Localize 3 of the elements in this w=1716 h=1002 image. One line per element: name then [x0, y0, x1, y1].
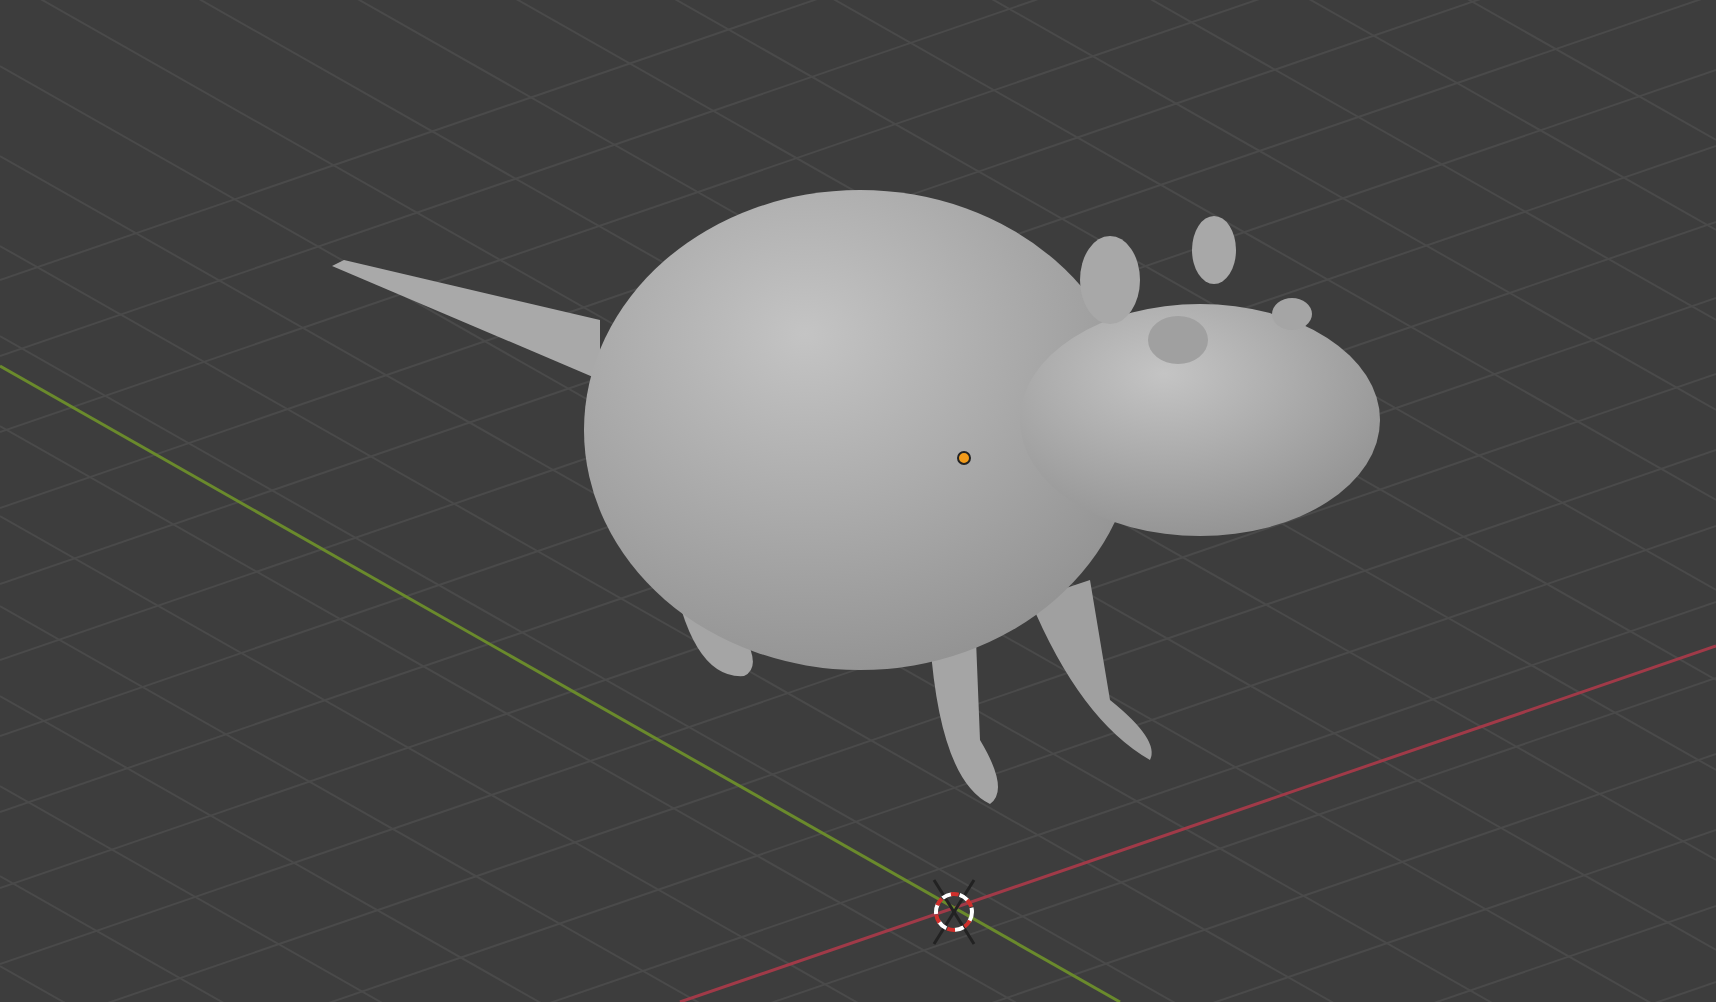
- viewport[interactable]: [0, 0, 1716, 1002]
- rat-model-drawing[interactable]: [332, 190, 1380, 804]
- 3d-cursor-icon[interactable]: [932, 879, 976, 945]
